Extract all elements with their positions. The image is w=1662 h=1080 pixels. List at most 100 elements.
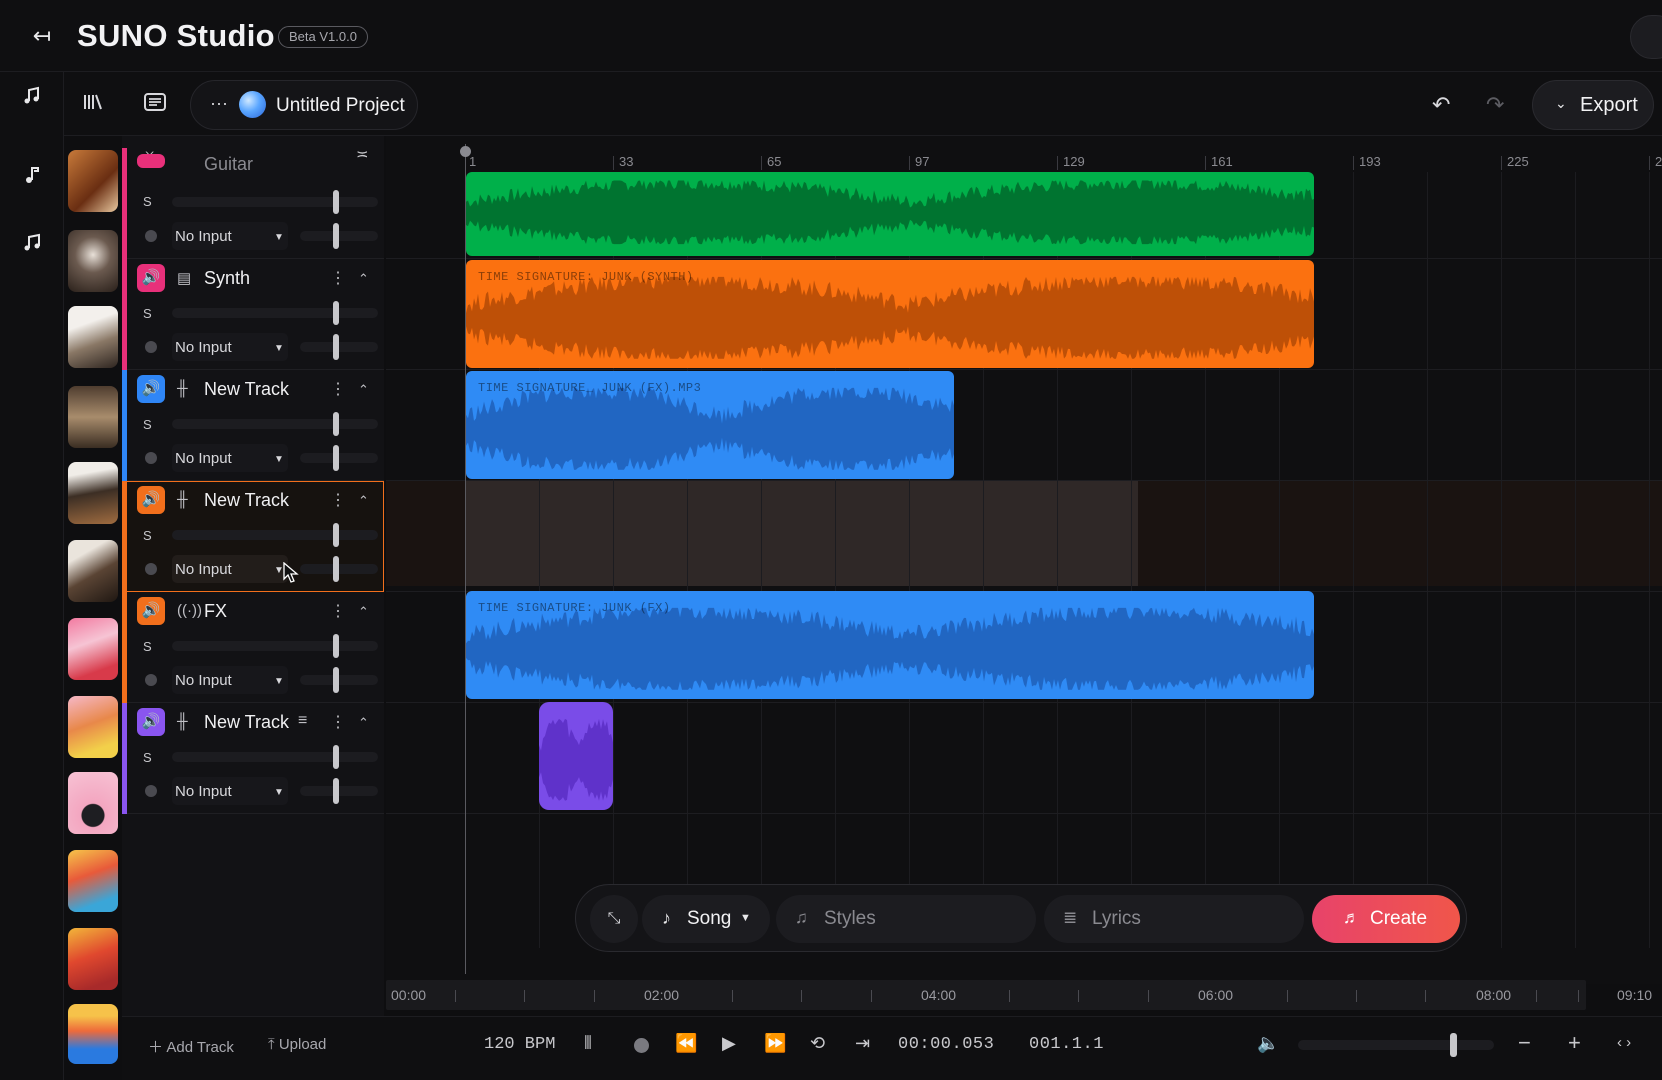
kebab-menu-icon[interactable]: ⋮: [330, 379, 346, 399]
song-thumbnail[interactable]: [68, 696, 118, 758]
volume-handle[interactable]: [333, 556, 339, 582]
solo-button[interactable]: S: [143, 750, 152, 765]
track-name[interactable]: Guitar: [204, 154, 253, 170]
volume-handle[interactable]: [333, 667, 339, 693]
audio-clip[interactable]: TIME SIGNATURE: JUNK (FX): [466, 591, 1314, 699]
song-thumbnail[interactable]: [68, 150, 118, 212]
redo-icon[interactable]: ↷: [1486, 92, 1504, 118]
chevron-up-icon[interactable]: ⌃: [358, 715, 369, 731]
slider-handle[interactable]: [333, 190, 339, 214]
slider-handle[interactable]: [333, 412, 339, 436]
library-music-icon[interactable]: [14, 228, 50, 264]
play-icon[interactable]: ▶: [722, 1033, 736, 1054]
volume-slider[interactable]: [300, 231, 378, 241]
kebab-menu-icon[interactable]: ⋮: [330, 712, 346, 732]
bar-ruler[interactable]: 1 33 65 97 129 161 193 225 2: [386, 136, 1662, 172]
create-music-icon[interactable]: [14, 81, 50, 117]
song-thumbnail[interactable]: [68, 386, 118, 448]
volume-handle[interactable]: [333, 778, 339, 804]
solo-button[interactable]: S: [143, 417, 152, 432]
pan-slider[interactable]: [172, 419, 378, 429]
song-thumbnail[interactable]: [68, 462, 118, 524]
rewind-icon[interactable]: ⏪: [675, 1033, 697, 1054]
pan-slider[interactable]: [172, 752, 378, 762]
timeline[interactable]: 1 33 65 97 129 161 193 225 2 TIME SIGNAT…: [386, 136, 1662, 984]
pan-slider[interactable]: [172, 197, 378, 207]
speaker-icon[interactable]: 🔊: [137, 708, 165, 736]
volume-slider[interactable]: [300, 564, 378, 574]
track-name[interactable]: New Track: [204, 490, 289, 511]
volume-slider[interactable]: [300, 342, 378, 352]
overview-bar[interactable]: [386, 980, 1586, 1010]
record-arm-button[interactable]: [145, 341, 157, 353]
slider-handle[interactable]: [333, 523, 339, 547]
speaker-icon[interactable]: 🔊: [137, 486, 165, 514]
kebab-menu-icon[interactable]: ⋮: [330, 268, 346, 288]
chevron-up-icon[interactable]: ⌃: [358, 604, 369, 620]
song-thumbnail[interactable]: [68, 230, 118, 292]
lyrics-input[interactable]: [1044, 895, 1304, 943]
master-volume-slider[interactable]: [1298, 1040, 1494, 1050]
song-thumbnail[interactable]: [68, 772, 118, 834]
fast-forward-icon[interactable]: ⏩: [764, 1033, 786, 1054]
pan-slider[interactable]: [172, 308, 378, 318]
more-options-icon[interactable]: ···: [206, 92, 232, 118]
song-thumbnail[interactable]: [68, 850, 118, 912]
song-thumbnail[interactable]: [68, 540, 118, 602]
playhead-handle[interactable]: [460, 146, 471, 157]
volume-slider[interactable]: [300, 786, 378, 796]
record-arm-button[interactable]: [145, 785, 157, 797]
sort-lines-icon[interactable]: ≡: [298, 712, 307, 730]
solo-button[interactable]: S: [143, 306, 152, 321]
add-track-button[interactable]: ＋ Add Track: [148, 1036, 234, 1057]
solo-button[interactable]: S: [143, 528, 152, 543]
zoom-out-icon[interactable]: −: [1518, 1030, 1531, 1056]
speaker-icon[interactable]: 🔊: [137, 597, 165, 625]
audio-clip[interactable]: TIME SIGNATURE: JUNK (SYNTH): [466, 260, 1314, 368]
track-name[interactable]: New Track: [204, 712, 289, 733]
song-thumbnail[interactable]: [68, 1004, 118, 1064]
solo-button[interactable]: S: [143, 639, 152, 654]
library-icon[interactable]: [74, 86, 112, 124]
metronome-icon[interactable]: ⦀: [584, 1033, 592, 1054]
speaker-icon[interactable]: 🔊: [137, 264, 165, 292]
record-arm-button[interactable]: [145, 674, 157, 686]
solo-button[interactable]: S: [143, 194, 152, 209]
snap-icon[interactable]: ⇥: [855, 1033, 870, 1054]
kebab-menu-icon[interactable]: ⋮: [330, 490, 346, 510]
chevron-up-icon[interactable]: ⌃: [358, 271, 369, 287]
song-thumbnail[interactable]: [68, 306, 118, 368]
track-name[interactable]: FX: [204, 601, 227, 622]
audio-clip[interactable]: [466, 172, 1314, 256]
slider-handle[interactable]: [333, 745, 339, 769]
zoom-in-icon[interactable]: +: [1568, 1030, 1581, 1056]
loop-icon[interactable]: ⟲: [810, 1033, 825, 1054]
styles-input[interactable]: [776, 895, 1036, 943]
expand-icon[interactable]: ⤡: [590, 895, 638, 943]
music-note-icon[interactable]: [14, 160, 50, 196]
track-name[interactable]: Synth: [204, 268, 250, 289]
volume-handle[interactable]: [333, 223, 339, 249]
chevron-up-icon[interactable]: ⌃: [358, 493, 369, 509]
song-thumbnail[interactable]: [68, 928, 118, 990]
lyrics-editor-icon[interactable]: [136, 86, 174, 124]
undo-icon[interactable]: ↶: [1432, 92, 1450, 118]
audio-clip[interactable]: [539, 702, 613, 810]
slider-handle[interactable]: [333, 634, 339, 658]
record-icon[interactable]: [634, 1038, 649, 1053]
tempo-display[interactable]: 120 BPM: [484, 1035, 555, 1054]
volume-slider[interactable]: [300, 675, 378, 685]
kebab-menu-icon[interactable]: ⋮: [330, 601, 346, 621]
project-name[interactable]: Untitled Project: [276, 95, 405, 117]
speaker-icon[interactable]: 🔊: [137, 375, 165, 403]
upload-button[interactable]: ⤒ Upload: [268, 1036, 326, 1053]
chevron-up-icon[interactable]: ⌃: [358, 382, 369, 398]
volume-slider[interactable]: [300, 453, 378, 463]
track-name[interactable]: New Track: [204, 379, 289, 400]
pan-slider[interactable]: [172, 530, 378, 540]
record-arm-button[interactable]: [145, 230, 157, 242]
song-thumbnail[interactable]: [68, 618, 118, 680]
volume-handle[interactable]: [333, 334, 339, 360]
volume-icon[interactable]: 🔈: [1257, 1033, 1279, 1054]
record-arm-button[interactable]: [145, 452, 157, 464]
